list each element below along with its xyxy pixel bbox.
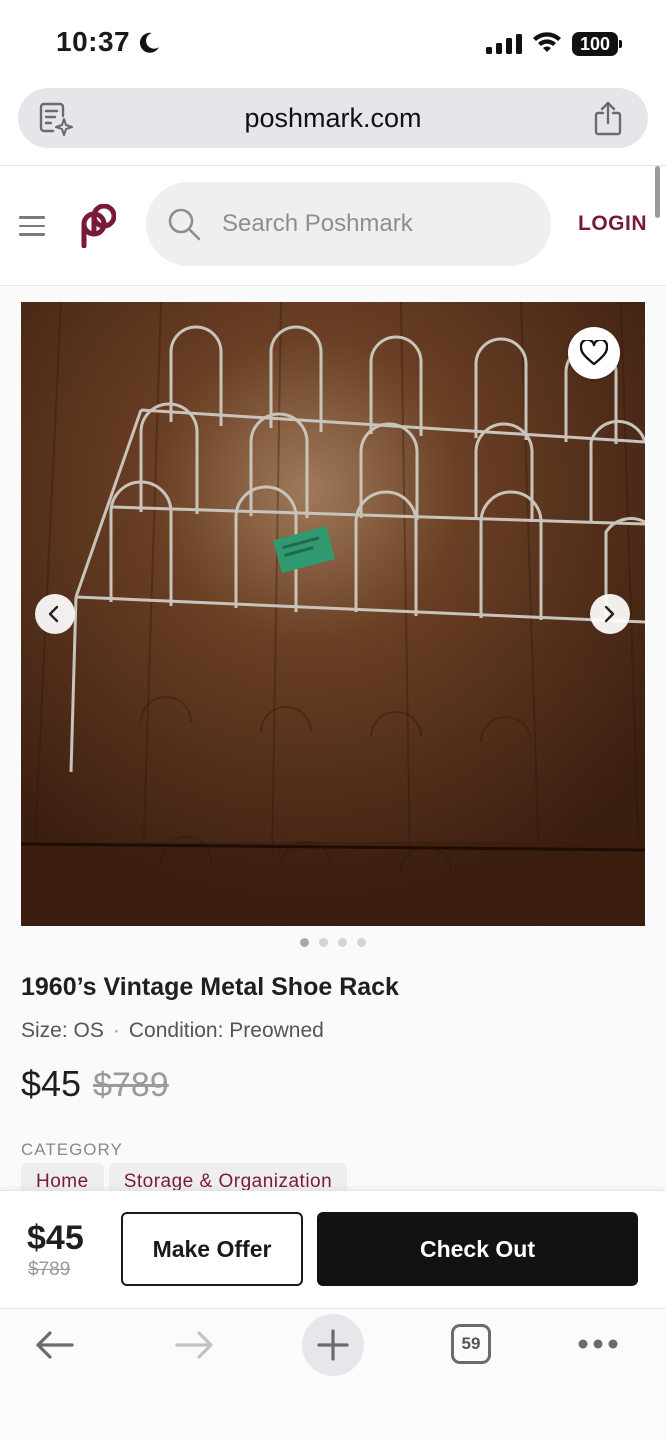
chevron-right-icon: [604, 605, 615, 623]
address-bar[interactable]: poshmark.com: [18, 88, 648, 148]
tabs-button[interactable]: 59: [451, 1324, 491, 1364]
new-tab-button[interactable]: [302, 1314, 364, 1376]
meta-separator: ·: [112, 1019, 120, 1042]
battery-icon: 100: [572, 32, 622, 56]
photo-dot[interactable]: [300, 938, 309, 947]
product-image: [21, 302, 645, 926]
forward-arrow-icon[interactable]: [173, 1329, 215, 1361]
site-header: Search Poshmark LOGIN: [0, 166, 666, 286]
make-offer-button[interactable]: Make Offer: [121, 1212, 303, 1286]
category-chip-home[interactable]: Home: [21, 1163, 104, 1191]
hamburger-menu-icon[interactable]: [19, 216, 45, 236]
browser-toolbar: 59: [0, 1308, 666, 1440]
search-icon: [168, 208, 201, 241]
purchase-bar: $45 $789 Make Offer Check Out: [0, 1190, 666, 1308]
url-text[interactable]: poshmark.com: [18, 88, 648, 148]
category-heading: CATEGORY: [21, 1140, 123, 1159]
photo-pagination: [0, 938, 666, 947]
moon-icon: [139, 32, 159, 53]
battery-level: 100: [572, 32, 618, 56]
listing-photo[interactable]: [21, 302, 645, 926]
wifi-icon: [533, 32, 561, 52]
status-time: 10:37: [56, 26, 131, 57]
listing-price: $45: [21, 1063, 82, 1104]
bar-price: $45: [27, 1219, 84, 1257]
page-summary-icon[interactable]: [38, 100, 74, 136]
next-photo-button[interactable]: [590, 594, 630, 634]
photo-dot[interactable]: [338, 938, 347, 947]
like-button[interactable]: [568, 327, 620, 379]
checkout-button[interactable]: Check Out: [317, 1212, 638, 1286]
photo-dot[interactable]: [357, 938, 366, 947]
listing-original-price: $789: [93, 1066, 169, 1104]
size-label: Size: OS: [21, 1019, 104, 1042]
cellular-signal-icon: [486, 34, 522, 54]
heart-icon: [580, 340, 608, 366]
plus-icon: [317, 1329, 349, 1361]
poshmark-logo[interactable]: [74, 204, 116, 248]
search-placeholder: Search Poshmark: [222, 210, 413, 237]
listing-title: 1960’s Vintage Metal Shoe Rack: [21, 973, 399, 1001]
condition-label: Condition: Preowned: [128, 1019, 324, 1042]
share-icon[interactable]: [592, 100, 624, 136]
chevron-left-icon: [48, 605, 59, 623]
status-bar: 10:37 100: [0, 0, 666, 80]
listing-meta: Size: OS · Condition: Preowned: [21, 1019, 324, 1043]
scrollbar[interactable]: [655, 166, 660, 218]
bar-original-price: $789: [28, 1259, 71, 1280]
search-input[interactable]: Search Poshmark: [146, 182, 551, 266]
photo-dot[interactable]: [319, 938, 328, 947]
login-button[interactable]: LOGIN: [578, 212, 647, 236]
listing-main: 1960’s Vintage Metal Shoe Rack Size: OS ·…: [0, 287, 666, 1191]
more-options-icon[interactable]: [577, 1337, 619, 1351]
back-arrow-icon[interactable]: [34, 1329, 76, 1361]
previous-photo-button[interactable]: [35, 594, 75, 634]
price-row: $45 $789: [21, 1063, 169, 1107]
category-chips: Home Storage & Organization: [21, 1163, 352, 1191]
category-chip-storage[interactable]: Storage & Organization: [108, 1163, 348, 1191]
